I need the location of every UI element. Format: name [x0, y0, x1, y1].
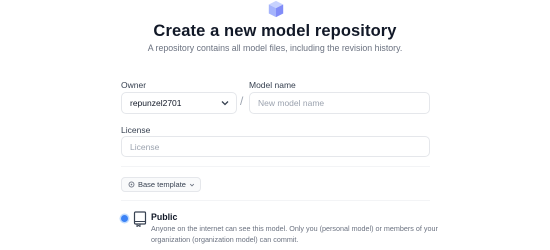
model-name-label: Model name: [249, 80, 296, 90]
page-subtitle: A repository contains all model files, i…: [147, 43, 403, 53]
owner-label: Owner: [121, 80, 147, 90]
public-radio[interactable]: [121, 215, 128, 222]
divider: [121, 200, 430, 201]
public-description: Anyone on the internet can see this mode…: [151, 224, 438, 244]
base-template-label: Base template: [138, 180, 186, 189]
chevron-down-icon: [221, 101, 229, 106]
license-input[interactable]: [121, 136, 430, 157]
owner-value: repunzel2701: [130, 98, 182, 108]
public-title: Public: [151, 212, 178, 222]
divider: [121, 166, 430, 167]
base-template-button[interactable]: Base template: [121, 177, 201, 192]
license-label: License: [121, 125, 151, 135]
owner-select[interactable]: repunzel2701: [121, 92, 237, 114]
owner-separator: /: [240, 94, 244, 108]
public-repo-icon: [133, 211, 147, 227]
page-title: Create a new model repository: [153, 22, 397, 40]
model-name-input[interactable]: [249, 92, 430, 114]
chevron-down-icon: [189, 183, 195, 187]
template-icon: [128, 181, 135, 188]
cube-icon: [268, 0, 284, 18]
